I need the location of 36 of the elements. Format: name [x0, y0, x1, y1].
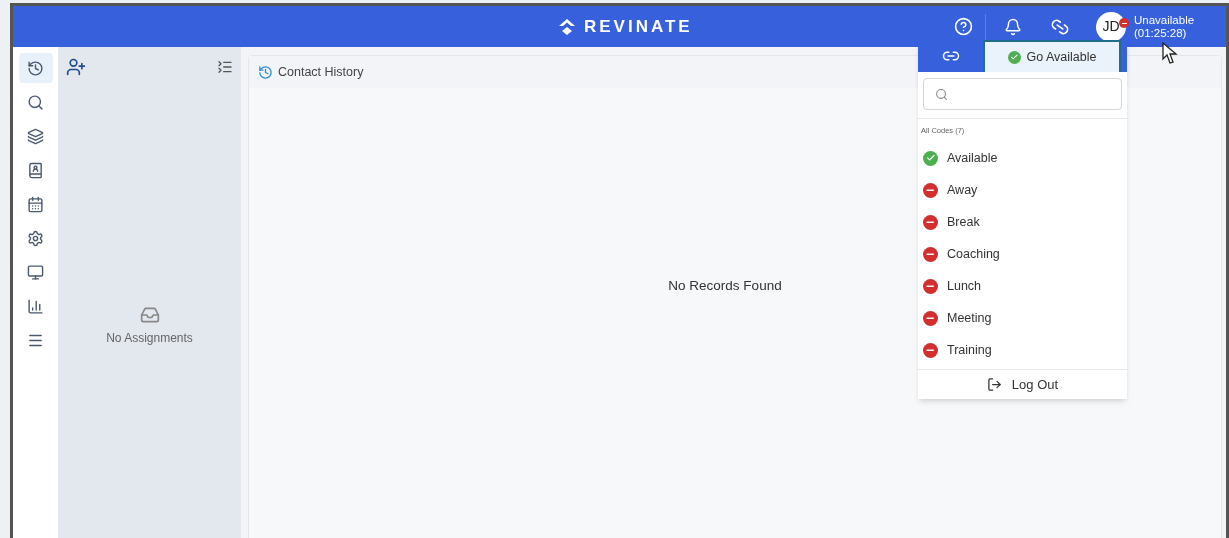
logout-button[interactable]: Log Out	[986, 375, 1059, 395]
status-option[interactable]: Away	[918, 174, 1127, 207]
content-title: Contact History	[278, 63, 364, 81]
history-icon	[27, 59, 44, 77]
history-icon	[258, 64, 273, 80]
monitor-icon	[27, 263, 44, 281]
bar-chart-icon	[27, 297, 44, 315]
go-available-button[interactable]: Go Available	[983, 40, 1121, 72]
empty-message: No Records Found	[668, 277, 782, 295]
contact-book-icon	[27, 161, 44, 179]
status-option[interactable]: Available	[918, 142, 1127, 175]
available-icon	[1007, 50, 1021, 64]
logo-icon	[558, 17, 576, 36]
nav-item[interactable]	[18, 53, 53, 83]
logo-text: REVINATE	[584, 16, 693, 38]
user-avatar[interactable]: JD	[1096, 11, 1126, 42]
inbox-icon	[139, 305, 160, 325]
user-status: Unavailable	[1134, 13, 1196, 27]
help-icon[interactable]	[954, 17, 973, 36]
stack-icon	[27, 127, 44, 145]
status-option[interactable]: Break	[918, 206, 1127, 239]
search-field[interactable]	[923, 78, 1122, 110]
search-icon	[27, 93, 44, 111]
search-icon	[935, 86, 949, 102]
status-option[interactable]: Lunch	[918, 270, 1127, 303]
empty-message: No Assignments	[106, 330, 193, 347]
logout-icon	[986, 377, 1002, 393]
status-timer: (01:25:28)	[1134, 26, 1188, 40]
calendar-icon	[27, 195, 44, 213]
status-option[interactable]: Meeting	[918, 302, 1127, 335]
add-user-icon[interactable]	[66, 57, 86, 77]
settings-icon	[27, 229, 44, 247]
status-option[interactable]: Training	[918, 334, 1127, 367]
collapse-icon[interactable]	[217, 59, 233, 75]
status-option[interactable]: Coaching	[918, 238, 1127, 271]
bell-icon[interactable]	[1004, 17, 1022, 36]
